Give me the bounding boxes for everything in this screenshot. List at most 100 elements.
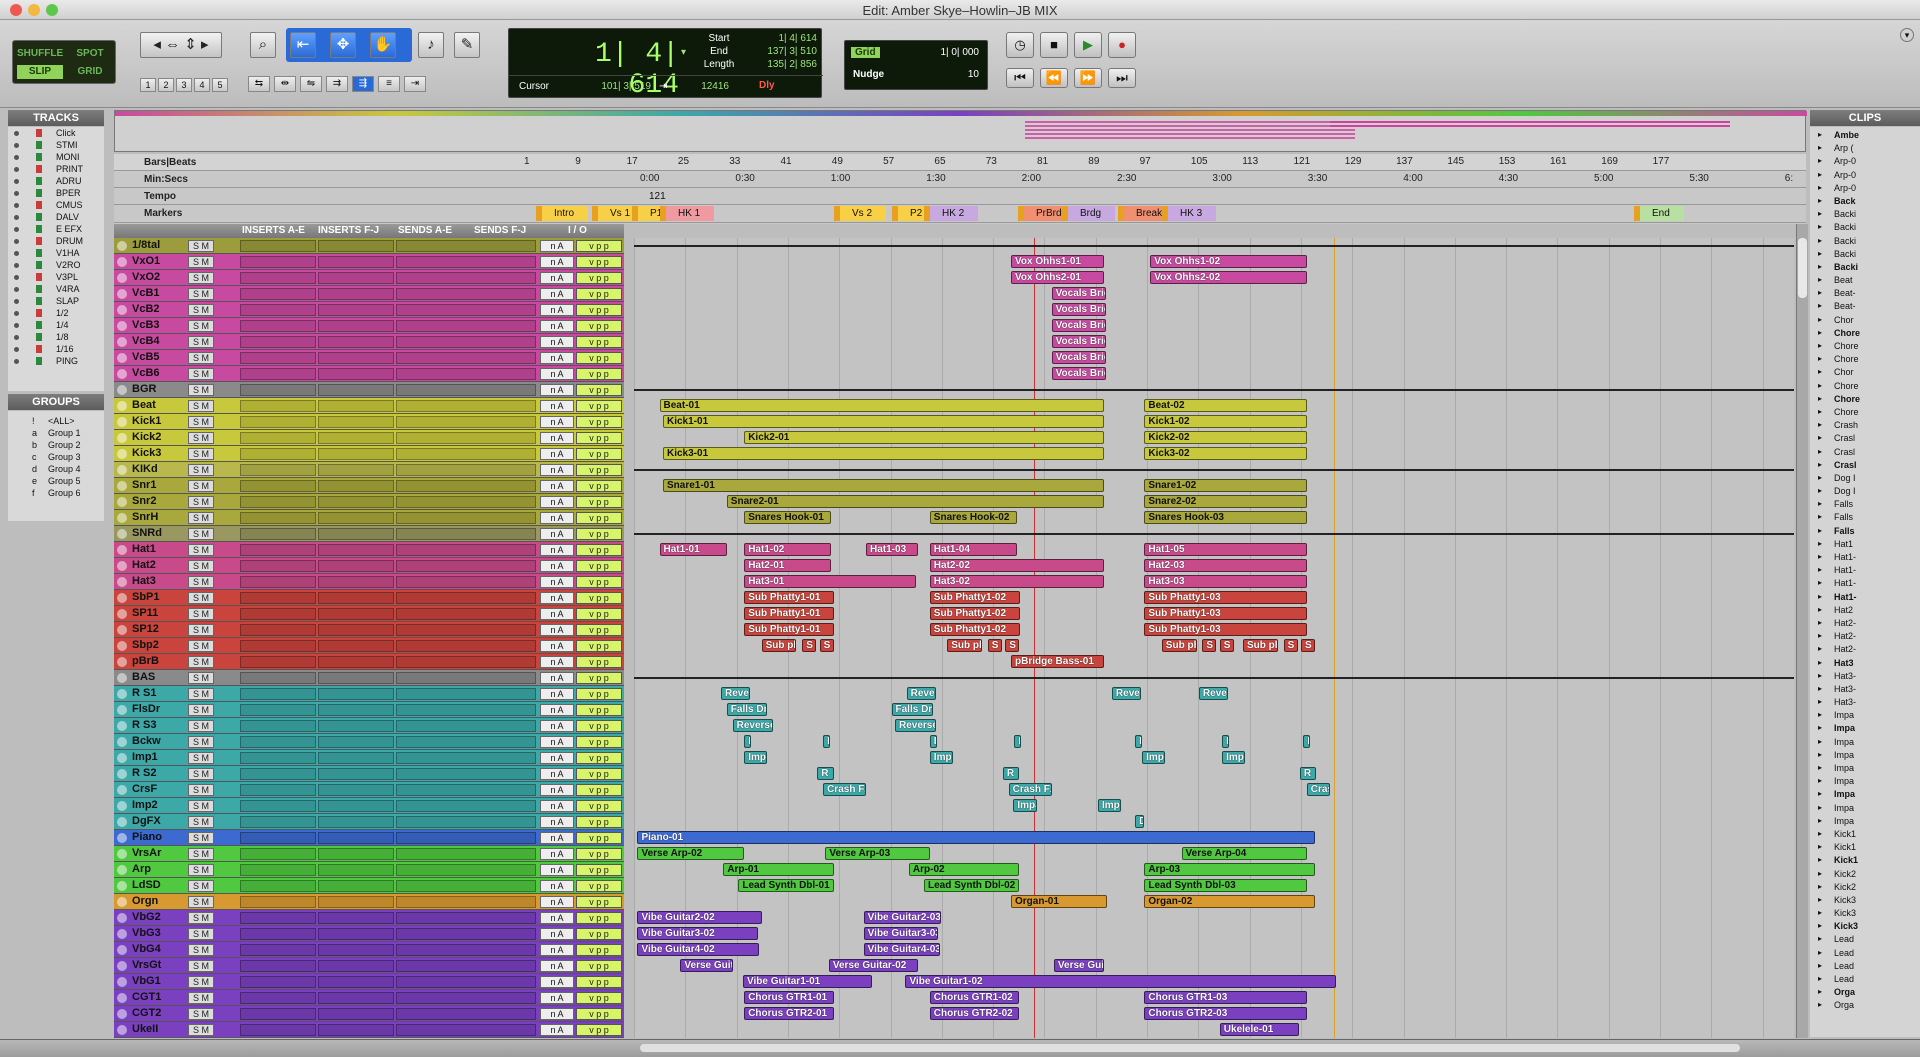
track-row[interactable]: R S1 S M n Av p p	[114, 686, 624, 702]
sends-fj-header[interactable]: SENDS F-J	[474, 225, 526, 236]
track-row[interactable]: R S3 S M n Av p p	[114, 718, 624, 734]
sends-slot[interactable]	[396, 352, 536, 364]
track-row[interactable]: Snr1 S M n Av p p	[114, 478, 624, 494]
audio-clip[interactable]: Lead Synth Dbl-02	[924, 879, 1020, 892]
track-name[interactable]: SnrH	[132, 511, 174, 524]
audio-clip[interactable]: Hat2-03	[1144, 559, 1307, 572]
show-track-dot[interactable]	[14, 251, 19, 256]
inserts-fj-slot[interactable]	[318, 960, 394, 972]
sends-slot[interactable]	[396, 720, 536, 732]
clip-list-item[interactable]: ▸ Crash	[1818, 419, 1920, 432]
audio-clip[interactable]: Sub Phatty1-02	[929, 591, 1021, 604]
audio-clip[interactable]: Vocals Brid	[1051, 335, 1107, 348]
disclosure-triangle-icon[interactable]: ▸	[1818, 195, 1822, 207]
audio-clip[interactable]: Snare2-02	[1144, 495, 1307, 508]
audio-clip[interactable]: D	[1135, 815, 1145, 828]
tracks-pane-item[interactable]: DALV	[12, 211, 104, 223]
tracks-pane-item[interactable]: V3PL	[12, 271, 104, 283]
audio-clip[interactable]: Verse Arp-04	[1181, 847, 1307, 860]
min-tick[interactable]: 1:30	[926, 171, 945, 187]
bar-tick[interactable]: 105	[1191, 154, 1208, 170]
solo-mute-buttons[interactable]: S M	[188, 688, 214, 700]
audio-clip[interactable]: Vibe Guitar1-02	[905, 975, 1336, 988]
track-row[interactable]: DgFX S M n Av p p	[114, 814, 624, 830]
group-item[interactable]: e Group 5	[12, 475, 104, 487]
inserts-fj-slot[interactable]	[318, 928, 394, 940]
disclosure-triangle-icon[interactable]: ▸	[1818, 920, 1822, 932]
sends-slot[interactable]	[396, 768, 536, 780]
track-select-dot[interactable]	[117, 577, 127, 587]
inserts-slot[interactable]	[240, 928, 316, 940]
io-selector[interactable]: n A	[540, 864, 574, 876]
audio-clip[interactable]: Chorus GTR1-02	[929, 991, 1020, 1004]
voice-playlist[interactable]: v p p	[576, 688, 622, 700]
clip-list-item[interactable]: ▸ Crasl	[1818, 446, 1920, 459]
track-name[interactable]: R S3	[132, 719, 174, 732]
audio-clip[interactable]: Sub Phatty1-03	[1144, 623, 1307, 636]
track-name[interactable]: VbG4	[132, 943, 174, 956]
clip-list-item[interactable]: ▸ Hat1-	[1818, 577, 1920, 590]
clip-list-item[interactable]: ▸ Kick1	[1818, 828, 1920, 841]
voice-playlist[interactable]: v p p	[576, 944, 622, 956]
audio-clip[interactable]: B	[1014, 735, 1022, 748]
solo-mute-buttons[interactable]: S M	[188, 480, 214, 492]
min-tick[interactable]: 3:30	[1308, 171, 1327, 187]
audio-clip[interactable]: Beat-01	[659, 399, 1104, 412]
inserts-slot[interactable]	[240, 688, 316, 700]
group-item[interactable]: b Group 2	[12, 439, 104, 451]
audio-clip[interactable]: Arp-01	[723, 863, 834, 876]
inserts-slot[interactable]	[240, 1008, 316, 1020]
voice-playlist[interactable]: v p p	[576, 816, 622, 828]
audio-clip[interactable]: Falls Dro	[726, 703, 768, 716]
audio-clip[interactable]: Snares Hook-02	[929, 511, 1017, 524]
audio-clip[interactable]: Hat1-01	[659, 543, 727, 556]
track-name[interactable]: SP12	[132, 623, 174, 636]
track-row[interactable]: Kick2 S M n Av p p	[114, 430, 624, 446]
trim-tool-icon[interactable]: ⇤	[290, 32, 316, 58]
clip-list-item[interactable]: ▸ Crasl	[1818, 459, 1920, 472]
inserts-slot[interactable]	[240, 576, 316, 588]
sends-slot[interactable]	[396, 240, 536, 252]
min-secs-ruler[interactable]: Min:Secs 0:00 0:30 1:00 1:30 2:00 2:30 3:00 3:3…	[114, 171, 1806, 188]
track-select-dot[interactable]	[117, 529, 127, 539]
io-selector[interactable]: n A	[540, 768, 574, 780]
disclosure-triangle-icon[interactable]: ▸	[1818, 683, 1822, 695]
inserts-slot[interactable]	[240, 320, 316, 332]
audio-clip[interactable]: Hat3-01	[744, 575, 916, 588]
solo-mute-buttons[interactable]: S M	[188, 992, 214, 1004]
solo-mute-buttons[interactable]: S M	[188, 256, 214, 268]
show-track-dot[interactable]	[14, 155, 19, 160]
selector-tool-icon[interactable]: ✥	[330, 32, 356, 58]
clip-list-item[interactable]: ▸ Arp-0	[1818, 155, 1920, 168]
clip-list-item[interactable]: ▸ Kick3	[1818, 907, 1920, 920]
inserts-slot[interactable]	[240, 304, 316, 316]
track-name[interactable]: Imp1	[132, 751, 174, 764]
disclosure-triangle-icon[interactable]: ▸	[1818, 419, 1822, 431]
track-select-dot[interactable]	[117, 289, 127, 299]
markers-ruler[interactable]: Markers Intro Vs 1 P1 HK 1 Vs 2 P2 HK 2 PrBrdg B…	[114, 205, 1806, 223]
voice-playlist[interactable]: v p p	[576, 624, 622, 636]
audio-clip[interactable]: Verse Arp-03	[825, 847, 930, 860]
solo-mute-buttons[interactable]: S M	[188, 240, 214, 252]
bar-tick[interactable]: 1	[524, 154, 530, 170]
inserts-fj-slot[interactable]	[318, 256, 394, 268]
clip-list-item[interactable]: ▸ Impa	[1818, 802, 1920, 815]
clip-list-item[interactable]: ▸ Lead	[1818, 933, 1920, 946]
marker-item[interactable]: Brdg	[1062, 206, 1116, 221]
audio-clip[interactable]: Crash Fx	[1008, 783, 1052, 796]
track-name[interactable]: FlsDr	[132, 703, 174, 716]
grid-label[interactable]: Grid	[851, 47, 880, 58]
sends-slot[interactable]	[396, 256, 536, 268]
sends-slot[interactable]	[396, 416, 536, 428]
clip-list-item[interactable]: ▸ Beat-	[1818, 287, 1920, 300]
clip-list-item[interactable]: ▸ Impa	[1818, 788, 1920, 801]
solo-mute-buttons[interactable]: S M	[188, 368, 214, 380]
track-row[interactable]: Hat3 S M n Av p p	[114, 574, 624, 590]
disclosure-triangle-icon[interactable]: ▸	[1818, 617, 1822, 629]
clip-list-item[interactable]: ▸ Arp-0	[1818, 182, 1920, 195]
inserts-slot[interactable]	[240, 512, 316, 524]
min-tick[interactable]: 1:00	[831, 171, 850, 187]
length-value[interactable]: 135| 2| 856	[745, 59, 817, 70]
clip-list-item[interactable]: ▸ Ambe	[1818, 129, 1920, 142]
track-name[interactable]: Snr2	[132, 495, 174, 508]
